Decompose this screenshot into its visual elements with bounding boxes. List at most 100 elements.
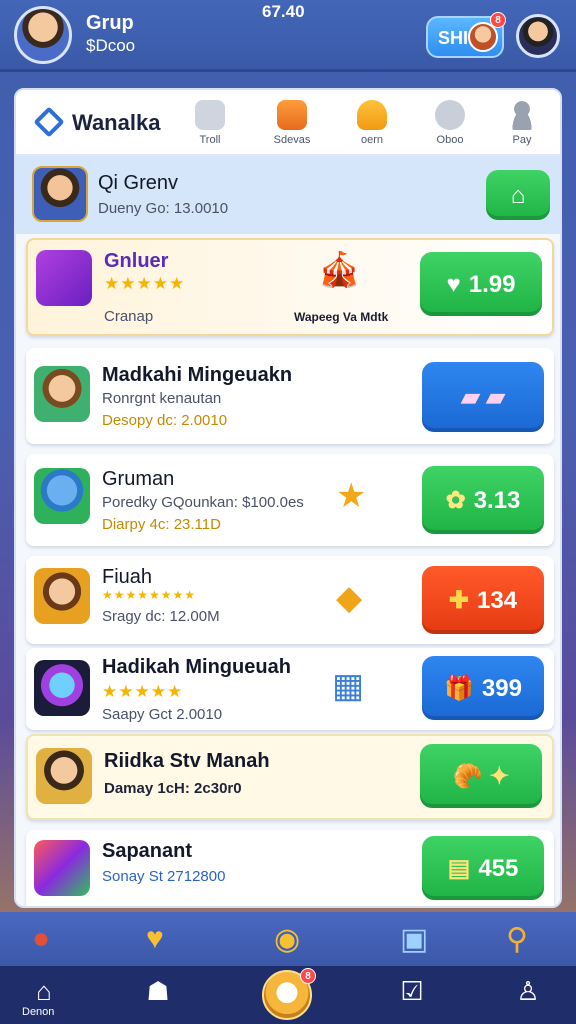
shop-button[interactable]: SHI 8 [426,12,506,58]
panel-header: Wanalka Troll Sdevas oern Oboo Pay [16,90,560,156]
search-icon[interactable]: ⚲ [506,922,528,957]
shop-label: SHI [438,28,469,48]
center-badge: 8 [300,968,316,984]
flower-icon: ✿ [445,486,466,514]
gift-box-icon [277,100,307,130]
item-title: Hadikah Mingueuah [102,656,291,678]
star-box-icon: ★ [336,477,367,515]
price-label: 1.99 [468,270,516,298]
price-label: 455 [478,854,519,882]
item-title: Madkahi Mingeuakn [102,364,293,386]
top-bar: Grup $Dcoo 67.40 SHI 8 [0,0,576,72]
buy-button[interactable]: ▤ 455 [422,836,544,900]
buy-button[interactable]: 🥐 ✦ [420,744,542,808]
tab-oboo[interactable]: Oboo [420,100,480,152]
player-avatar[interactable] [14,6,72,64]
avatar [36,748,92,804]
carousel-gift-icon: 🎪 [318,251,361,289]
item-meta: Desopy dc: 2.0010 [102,412,228,429]
item-subtitle: Ronrgnt kenautan [102,390,222,407]
list-item[interactable]: Riidka Stv Manah Damay 1cH: 2c30r0 🥐 ✦ [26,734,554,820]
list-item[interactable]: Sapanant Sonay St 2712800 ▤ 455 [26,830,554,906]
buy-button[interactable]: 🎁 399 [422,656,544,720]
price-label: 134 [477,586,518,614]
item-title: Fiuah [102,566,153,588]
diamond-logo-icon [33,106,65,138]
gift-icon: 🎁 [444,674,474,702]
nav-home-label: Denon [22,1006,55,1018]
item-title: Riidka Stv Manah [104,750,270,772]
item-subtitle: Sonay St 2712800 [102,868,226,885]
item-subtitle: Dueny Go: 13.0010 [98,200,229,217]
buy-button[interactable]: ✿ 3.13 [422,466,544,534]
checkbox-icon[interactable]: ☑ [392,976,432,1007]
character-icon [34,468,90,524]
list-item[interactable]: Hadikah Mingueuah ★★★★★ Saapy Gct 2.0010… [26,648,554,730]
bread-icon: 🥐 ✦ [452,762,510,790]
home-icon[interactable]: ⌂ [24,976,64,1007]
buy-button[interactable]: ✚ 134 [422,566,544,634]
avatar [34,366,90,422]
coin-stack-icon: ▤ [447,854,471,882]
home-outline-icon: ⌂ [510,181,526,209]
crate-icon: ◆ [336,579,363,617]
item-subtitle: Damay 1cH: 2c30r0 [104,780,242,797]
promo-caption: Wapeeg Va Mdtk [294,310,389,324]
cards-icon[interactable]: ▣ [400,922,428,957]
store-panel: Wanalka Troll Sdevas oern Oboo Pay Qi Gr… [14,88,562,908]
heart-icon: ♥ [446,270,461,298]
item-subtitle: Saapy Gct 2.0010 [102,706,223,723]
tab-troll[interactable]: Troll [180,100,240,152]
wand-icon [34,840,90,896]
list-item[interactable]: Qi Grenv Dueny Go: 13.0010 ⌂ [16,156,560,234]
item-title: Sapanant [102,840,193,862]
character-icon [36,250,92,306]
rating-stars: ★★★★★★★★ [102,588,197,602]
heart-shield-icon[interactable]: ♥ [146,922,164,956]
item-title: Gruman [102,468,175,490]
list-item[interactable]: Madkahi Mingeuakn Ronrgnt kenautan Desop… [26,348,554,444]
item-title: Qi Grenv [98,172,179,194]
buy-button[interactable]: ▰ ▰ [422,362,544,432]
tab-label: oern [360,134,384,146]
avatar [34,568,90,624]
list-item[interactable]: Fiuah ★★★★★★★★ Sragy dc: 12.00M ◆ ✚ 134 [26,556,554,644]
drink-icon [34,660,90,716]
tab-label: Troll [199,134,221,146]
rating-stars: ★★★★★ [102,682,184,701]
brand-title: Wanalka [72,110,161,135]
player-name: Grup [86,12,134,34]
item-subtitle: Cranap [104,308,154,325]
monster-icon[interactable]: ● [32,922,50,956]
player-coins: $Dcoo [86,36,136,55]
list-item[interactable]: Gruman Poredky GQounkan: $100.0es Diarpy… [26,454,554,546]
item-subtitle: Poredky GQounkan: $100.0es [102,494,304,511]
item-title: Gnluer [104,250,169,272]
tab-oern[interactable]: oern [342,100,402,152]
price-label: 3.13 [473,486,521,514]
item-subtitle: Sragy dc: 12.00M [102,608,220,625]
center-action-button[interactable]: 8 [262,968,316,1020]
friend-avatar[interactable] [516,14,560,58]
list-item[interactable]: Gnluer ★★★★★ Cranap 🎪 Wapeeg Va Mdtk ♥ 1.… [26,238,554,336]
avatar [32,166,88,222]
tab-sdevas[interactable]: Sdevas [262,100,322,152]
bandage-icon: ✚ [448,586,470,614]
tab-label: Pay [512,134,532,146]
currency-value: 67.40 [262,2,305,21]
tab-pay[interactable]: Pay [492,100,552,152]
shop-badge: 8 [490,12,506,28]
bell-icon [357,100,387,130]
minus-icon [435,100,465,130]
item-meta: Diarpy 4c: 23.11D [102,516,221,533]
tab-label: Oboo [436,134,464,146]
house-icon[interactable]: ☗ [138,976,178,1007]
coin-stack-icon[interactable]: ◉ [274,922,300,957]
action-button[interactable]: ⌂ [486,170,550,220]
profile-icon[interactable]: ♙ [508,976,548,1007]
buy-button[interactable]: ♥ 1.99 [420,252,542,316]
user-icon [507,100,537,130]
tab-label: Sdevas [273,134,311,146]
grid-icon [195,100,225,130]
backpack-icon: ▦ [332,667,365,705]
